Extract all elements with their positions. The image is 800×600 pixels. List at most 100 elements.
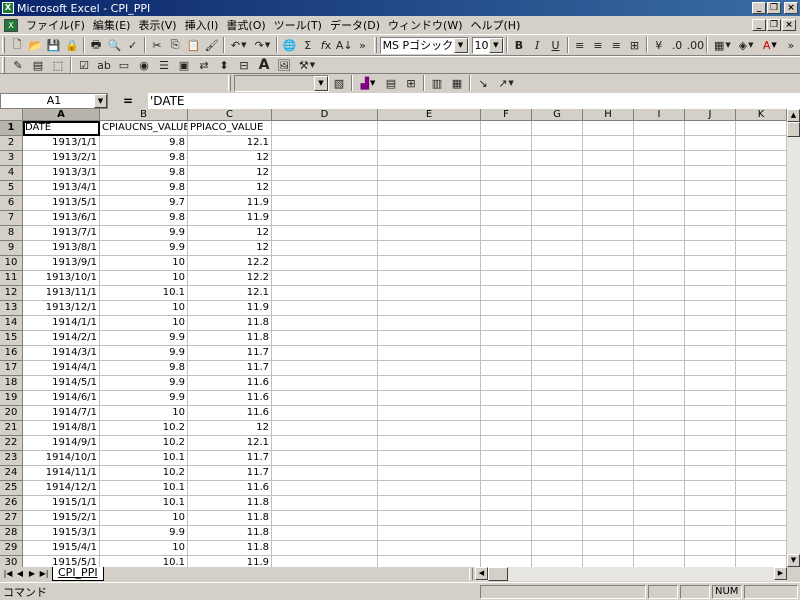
cell-a4[interactable]: 1913/3/1 [23, 166, 100, 181]
cell-a12[interactable]: 1913/11/1 [23, 286, 100, 301]
cell-e17[interactable] [378, 361, 481, 376]
excel-app-icon[interactable]: X [2, 2, 14, 14]
cell-f12[interactable] [481, 286, 532, 301]
menu-item-1[interactable]: 編集(E) [89, 17, 135, 33]
cell-h19[interactable] [583, 391, 634, 406]
cell-a20[interactable]: 1914/7/1 [23, 406, 100, 421]
cell-f10[interactable] [481, 256, 532, 271]
cell-j11[interactable] [685, 271, 736, 286]
borders-icon[interactable]: ▦ ▼ [710, 36, 734, 54]
cell-f21[interactable] [481, 421, 532, 436]
scrollbar-control-icon[interactable]: ⊟ [234, 56, 254, 74]
cell-e15[interactable] [378, 331, 481, 346]
cell-c2[interactable]: 12.1 [188, 136, 272, 151]
label-control-icon[interactable]: A [254, 56, 274, 74]
cell-k26[interactable] [736, 496, 787, 511]
cell-k25[interactable] [736, 481, 787, 496]
cell-b4[interactable]: 9.8 [100, 166, 188, 181]
cell-c27[interactable]: 11.8 [188, 511, 272, 526]
cell-c13[interactable]: 11.9 [188, 301, 272, 316]
cell-c4[interactable]: 12 [188, 166, 272, 181]
cell-b30[interactable]: 10.1 [100, 556, 188, 567]
cell-d6[interactable] [272, 196, 378, 211]
cell-i13[interactable] [634, 301, 685, 316]
cell-c9[interactable]: 12 [188, 241, 272, 256]
cell-f20[interactable] [481, 406, 532, 421]
cell-k5[interactable] [736, 181, 787, 196]
cell-j6[interactable] [685, 196, 736, 211]
restore-button[interactable]: ❐ [767, 2, 781, 14]
cell-j12[interactable] [685, 286, 736, 301]
cell-c28[interactable]: 11.8 [188, 526, 272, 541]
cell-f5[interactable] [481, 181, 532, 196]
cell-j26[interactable] [685, 496, 736, 511]
cell-j30[interactable] [685, 556, 736, 567]
cell-j28[interactable] [685, 526, 736, 541]
cell-d9[interactable] [272, 241, 378, 256]
doc-close-button[interactable]: × [782, 19, 796, 31]
cell-g2[interactable] [532, 136, 583, 151]
row-header[interactable]: 6 [0, 196, 23, 211]
scroll-right-icon[interactable]: ▶ [774, 567, 787, 580]
cell-g4[interactable] [532, 166, 583, 181]
more-controls-icon[interactable]: ⚒ ▼ [294, 56, 320, 74]
cell-j9[interactable] [685, 241, 736, 256]
decrease-decimal-icon[interactable]: .00 [686, 36, 705, 54]
cell-f23[interactable] [481, 451, 532, 466]
cell-f30[interactable] [481, 556, 532, 567]
menu-item-2[interactable]: 表示(V) [134, 17, 180, 33]
cell-h16[interactable] [583, 346, 634, 361]
cell-h30[interactable] [583, 556, 634, 567]
cell-k22[interactable] [736, 436, 787, 451]
doc-minimize-button[interactable]: _ [752, 19, 766, 31]
cell-f15[interactable] [481, 331, 532, 346]
cell-f1[interactable] [481, 121, 532, 136]
cell-d26[interactable] [272, 496, 378, 511]
cell-b5[interactable]: 9.8 [100, 181, 188, 196]
cell-j25[interactable] [685, 481, 736, 496]
cell-c14[interactable]: 11.8 [188, 316, 272, 331]
column-header-b[interactable]: B [100, 109, 188, 121]
autosum-icon[interactable]: Σ [299, 36, 317, 54]
cell-f29[interactable] [481, 541, 532, 556]
cell-j18[interactable] [685, 376, 736, 391]
cell-j1[interactable] [685, 121, 736, 136]
cell-e2[interactable] [378, 136, 481, 151]
cell-e6[interactable] [378, 196, 481, 211]
cell-f26[interactable] [481, 496, 532, 511]
column-header-c[interactable]: C [188, 109, 272, 121]
cell-c20[interactable]: 11.6 [188, 406, 272, 421]
cell-e29[interactable] [378, 541, 481, 556]
cell-d14[interactable] [272, 316, 378, 331]
scroll-left-icon[interactable]: ◀ [475, 567, 488, 580]
cell-g20[interactable] [532, 406, 583, 421]
cell-k15[interactable] [736, 331, 787, 346]
cell-g14[interactable] [532, 316, 583, 331]
cell-f3[interactable] [481, 151, 532, 166]
cell-b18[interactable]: 9.9 [100, 376, 188, 391]
cell-i17[interactable] [634, 361, 685, 376]
cell-j24[interactable] [685, 466, 736, 481]
cell-d7[interactable] [272, 211, 378, 226]
cell-b24[interactable]: 10.2 [100, 466, 188, 481]
shape-icon[interactable]: ⬚ [48, 56, 68, 74]
cell-b11[interactable]: 10 [100, 271, 188, 286]
cell-e14[interactable] [378, 316, 481, 331]
row-header[interactable]: 20 [0, 406, 23, 421]
cell-j13[interactable] [685, 301, 736, 316]
menu-item-3[interactable]: 挿入(I) [181, 17, 223, 33]
cell-j14[interactable] [685, 316, 736, 331]
cell-e20[interactable] [378, 406, 481, 421]
cell-i22[interactable] [634, 436, 685, 451]
cell-g29[interactable] [532, 541, 583, 556]
cell-i10[interactable] [634, 256, 685, 271]
row-header[interactable]: 23 [0, 451, 23, 466]
row-header[interactable]: 29 [0, 541, 23, 556]
textbox-icon[interactable]: ab [94, 56, 114, 74]
cell-a13[interactable]: 1913/12/1 [23, 301, 100, 316]
cell-j21[interactable] [685, 421, 736, 436]
font-name-select[interactable]: MS Pゴシック ▼ [379, 36, 469, 54]
menu-item-7[interactable]: ウィンドウ(W) [384, 17, 466, 33]
cell-j3[interactable] [685, 151, 736, 166]
cell-k28[interactable] [736, 526, 787, 541]
